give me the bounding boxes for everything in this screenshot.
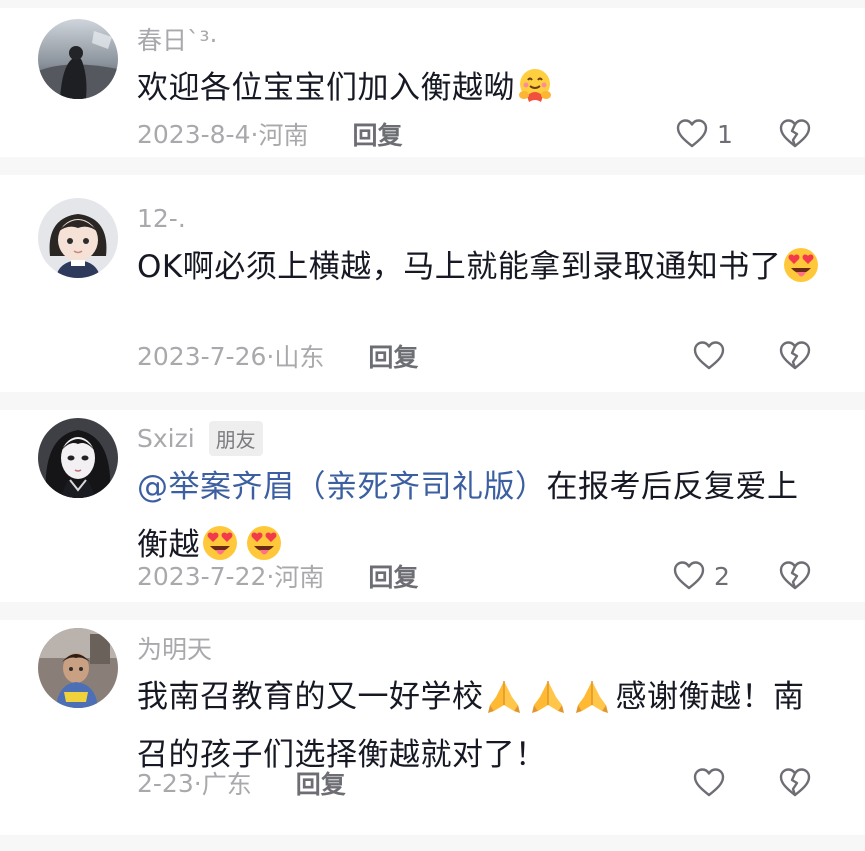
broken-heart-icon[interactable] (778, 117, 812, 151)
comment-item: 12-. OK啊必须上横越，马上就能拿到录取通知书了 2023-7-26 · 山… (0, 175, 865, 392)
separator (0, 602, 865, 620)
comment-meta: 2023-7-22 · 河南 回复 (137, 556, 418, 596)
reply-button[interactable]: 回复 (368, 558, 418, 594)
like-count: 1 (717, 119, 733, 149)
broken-heart-icon[interactable] (778, 559, 812, 593)
heart-icon (693, 768, 725, 797)
like-button[interactable]: 1 (675, 114, 733, 154)
comment-meta: 2023-8-4 · 河南 回复 (137, 114, 402, 154)
avatar[interactable] (38, 418, 118, 498)
comment-text-segment: 我南召教育的又一好学校 (137, 679, 484, 715)
comment-text-segment: 欢迎各位宝宝们加入衡越呦 (137, 70, 515, 106)
heart-icon (676, 119, 708, 148)
like-button[interactable]: 2 (672, 556, 730, 596)
username[interactable]: Sxizi (137, 424, 195, 453)
heart-eyes-tongue-emoji-icon (784, 248, 819, 282)
folded-hands-emoji-icon (487, 681, 520, 713)
heart-icon (673, 561, 705, 590)
like-button[interactable] (692, 763, 734, 803)
mention-link[interactable]: @举案齐眉（亲死齐司礼版） (137, 469, 547, 505)
comment-location: 山东 (274, 343, 325, 372)
comment-text: OK啊必须上横越，马上就能拿到录取通知书了 (137, 238, 827, 296)
comment-meta: 2023-7-26 · 山东 回复 (137, 336, 418, 376)
comment-date: 2-23 (137, 768, 194, 798)
friend-badge: 朋友 (208, 420, 263, 456)
comment-item: 春日`³· 欢迎各位宝宝们加入衡越呦 2023-8-4 · 河南 回复 1 (0, 0, 865, 157)
meta-dot: · (250, 119, 259, 149)
avatar[interactable] (38, 628, 118, 708)
meta-dot: · (193, 768, 202, 798)
comment-location: 河南 (258, 121, 309, 150)
username[interactable]: 春日`³· (137, 21, 217, 57)
meta-dot: · (266, 561, 275, 591)
folded-hands-emoji-icon (575, 681, 608, 713)
comment-date: 2023-8-4 (137, 119, 251, 149)
like-count: 2 (714, 561, 730, 591)
broken-heart-icon[interactable] (778, 766, 812, 800)
comment-date: 2023-7-26 (137, 341, 267, 371)
comment-meta: 2-23 · 广东 回复 (137, 763, 346, 803)
broken-heart-icon[interactable] (778, 339, 812, 373)
comment-date: 2023-7-22 (137, 561, 267, 591)
comment-text: 欢迎各位宝宝们加入衡越呦 (137, 59, 827, 117)
reply-button[interactable]: 回复 (352, 116, 402, 152)
username[interactable]: 12-. (137, 204, 186, 233)
heart-icon (693, 341, 725, 370)
comment-location: 广东 (201, 770, 252, 799)
hugging-face-emoji-icon (519, 69, 551, 102)
meta-dot: · (266, 341, 275, 371)
separator (0, 392, 865, 410)
like-button[interactable] (692, 336, 734, 376)
folded-hands-emoji-icon (531, 681, 564, 713)
avatar[interactable] (38, 19, 118, 99)
comment-text-segment: OK啊必须上横越，马上就能拿到录取通知书了 (137, 249, 782, 285)
comment-item: Sxizi 朋友 @举案齐眉（亲死齐司礼版）在报考后反复爱上衡越 2023-7-… (0, 410, 865, 602)
avatar[interactable] (38, 198, 118, 278)
comment-item: 为明天 我南召教育的又一好学校 感谢衡越！南召的孩子们选择衡越就对了！ 2-23 … (0, 620, 865, 835)
separator (0, 835, 865, 851)
reply-button[interactable]: 回复 (368, 338, 418, 374)
username[interactable]: 为明天 (137, 630, 212, 666)
separator (0, 157, 865, 175)
comment-location: 河南 (274, 563, 325, 592)
reply-button[interactable]: 回复 (296, 765, 346, 801)
